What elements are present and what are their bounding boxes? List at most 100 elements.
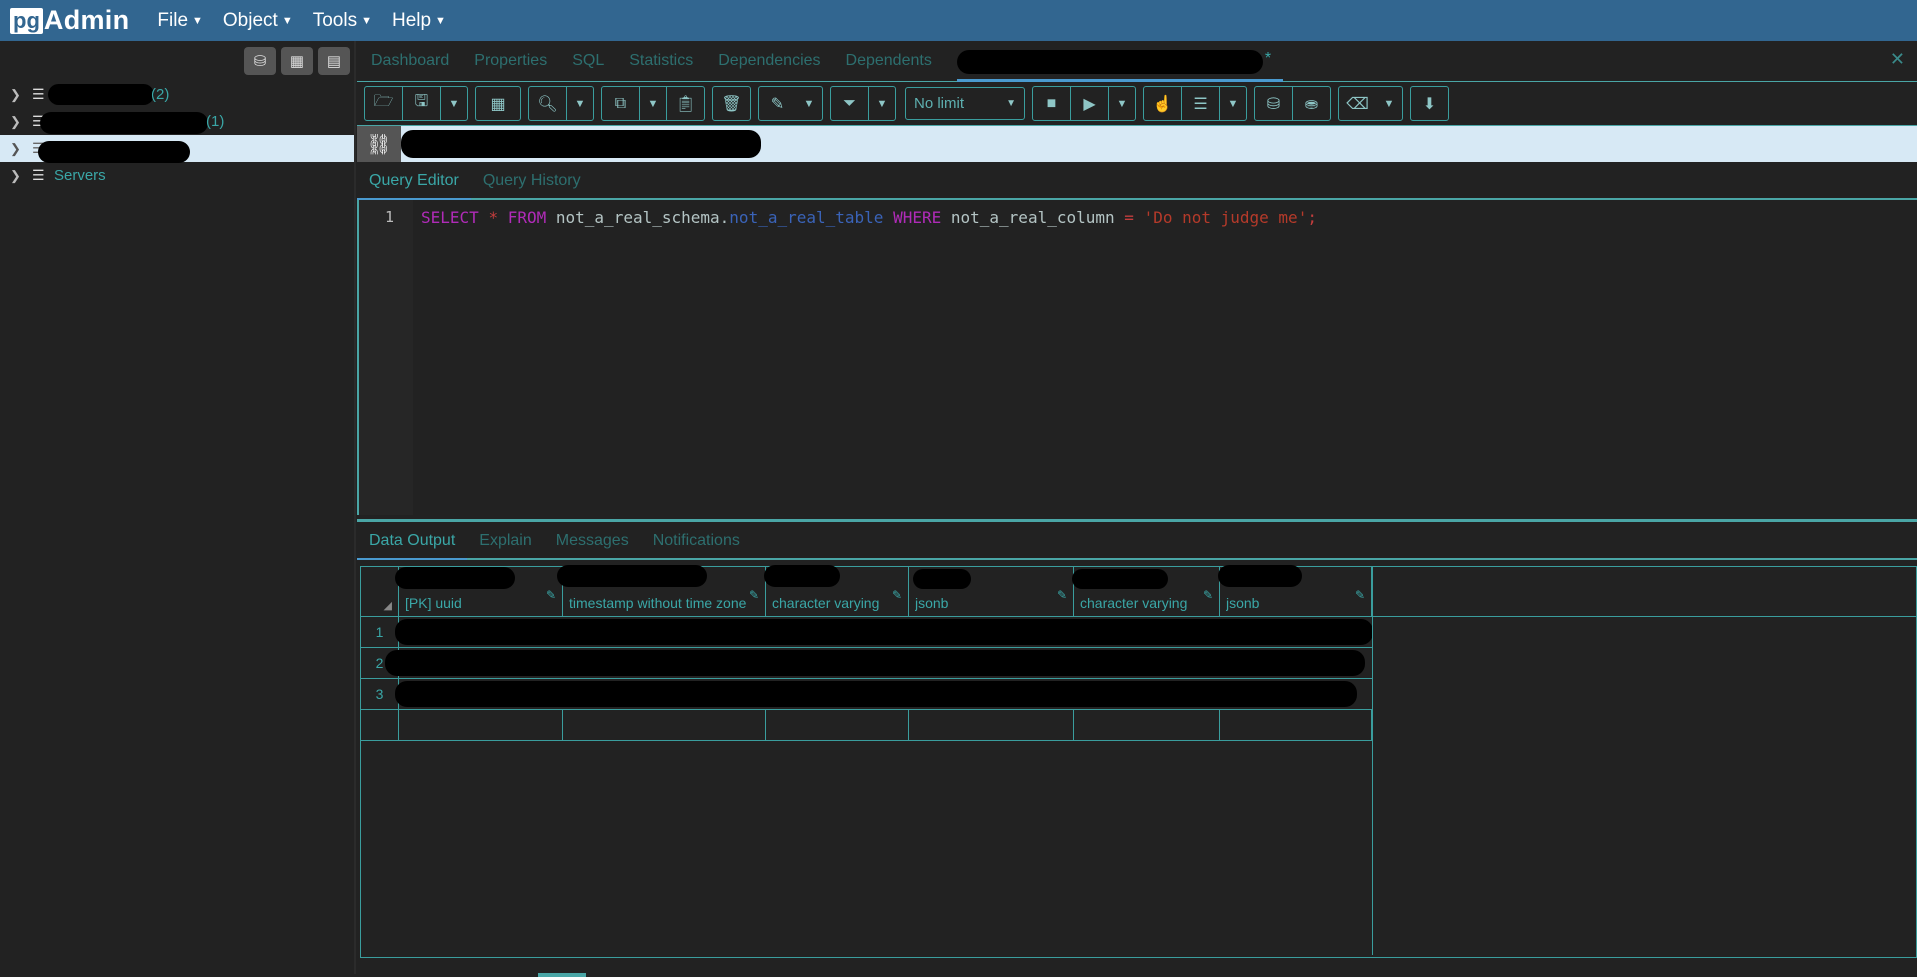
tab-notifications[interactable]: Notifications bbox=[641, 532, 752, 558]
menu-tools-label: Tools bbox=[312, 9, 358, 31]
close-icon[interactable]: ✕ bbox=[1890, 49, 1905, 70]
grid-edge bbox=[1372, 567, 1373, 955]
filter-dropdown[interactable]: ▼ bbox=[868, 87, 895, 120]
open-file-button[interactable]: 🗁 bbox=[365, 87, 402, 120]
edit-dropdown[interactable]: ▼ bbox=[796, 87, 822, 120]
database-icon: ⛁ bbox=[253, 53, 267, 70]
filter-button[interactable]: ⏷ bbox=[831, 87, 868, 120]
list-icon: ☰ bbox=[1193, 95, 1208, 113]
chevron-right-icon[interactable]: ❯ bbox=[10, 168, 24, 184]
copy-button[interactable]: ⧉ bbox=[602, 87, 639, 120]
chevron-right-icon[interactable]: ❯ bbox=[10, 141, 24, 157]
execute-dropdown[interactable]: ▼ bbox=[1108, 87, 1135, 120]
menu-object[interactable]: Object ▼ bbox=[223, 10, 293, 32]
save-dropdown[interactable]: ▼ bbox=[440, 87, 467, 120]
table-row[interactable] bbox=[395, 617, 1373, 648]
tree-item[interactable]: ❯ ☰ (2) bbox=[0, 81, 354, 108]
sql-editor[interactable]: 1 SELECT * FROM not_a_real_schema.not_a_… bbox=[357, 200, 1917, 515]
table-cell[interactable] bbox=[1074, 710, 1220, 741]
filter-rows-button[interactable]: ▤ bbox=[318, 47, 350, 75]
tab-dependents[interactable]: Dependents bbox=[846, 52, 932, 70]
menu-tools[interactable]: Tools ▼ bbox=[313, 10, 372, 32]
chevron-right-icon[interactable]: ❯ bbox=[10, 87, 24, 103]
explain-button[interactable]: ☝ bbox=[1144, 87, 1181, 120]
row-number[interactable]: 3 bbox=[361, 679, 399, 710]
object-browser: ⛁ ▦ ▤ ❯ ☰ (2) ❯ ☰ (1) ❯ ☰ ❯ ☰ Servers bbox=[0, 41, 356, 974]
row-limit-value: No limit bbox=[914, 95, 965, 112]
tab-dashboard[interactable]: Dashboard bbox=[371, 52, 449, 70]
column-header[interactable]: jsonb ✎ bbox=[909, 567, 1074, 617]
tree-item-servers[interactable]: ❯ ☰ Servers bbox=[0, 162, 354, 189]
tab-query-tool[interactable]: * bbox=[956, 46, 1283, 82]
find-button[interactable]: 🔍︎ bbox=[529, 87, 566, 120]
chevron-right-icon[interactable]: ❯ bbox=[10, 114, 24, 130]
tree-item-selected[interactable]: ❯ ☰ bbox=[0, 135, 354, 163]
copy-group: ⧉ ▼ 📋︎ bbox=[601, 86, 705, 121]
menu-file[interactable]: File ▼ bbox=[157, 10, 203, 32]
copy-dropdown[interactable]: ▼ bbox=[639, 87, 666, 120]
chevron-down-icon: ▼ bbox=[574, 97, 586, 110]
tab-data-output[interactable]: Data Output bbox=[357, 532, 468, 560]
grid-corner[interactable]: ◢ bbox=[361, 567, 399, 617]
table-cell[interactable] bbox=[766, 710, 909, 741]
edit-grid-button[interactable]: ▦ bbox=[476, 87, 520, 120]
edit-button[interactable]: ✎ bbox=[759, 87, 796, 120]
find-dropdown[interactable]: ▼ bbox=[566, 87, 593, 120]
row-number[interactable]: 1 bbox=[361, 617, 399, 648]
tab-query-editor[interactable]: Query Editor bbox=[357, 172, 471, 200]
column-header[interactable]: [PK] uuid ✎ bbox=[395, 567, 563, 617]
column-header[interactable]: character varying ✎ bbox=[764, 565, 909, 617]
column-header[interactable]: jsonb ✎ bbox=[1218, 565, 1372, 617]
delete-button[interactable]: 🗑︎ bbox=[713, 87, 750, 120]
tab-query-history[interactable]: Query History bbox=[471, 172, 593, 198]
pencil-icon: ✎ bbox=[1202, 588, 1213, 602]
results-panel: Data Output Explain Messages Notificatio… bbox=[357, 519, 1917, 977]
chevron-down-icon: ▼ bbox=[361, 14, 372, 27]
tree-item[interactable]: ❯ ☰ (1) bbox=[0, 108, 354, 135]
active-tab-underline bbox=[956, 79, 1283, 82]
explain-analyze-button[interactable]: ☰ bbox=[1181, 87, 1219, 120]
download-button[interactable]: ⬇ bbox=[1411, 87, 1448, 120]
column-header[interactable]: timestamp without time zone ✎ bbox=[557, 565, 766, 617]
paste-button[interactable]: 📋︎ bbox=[666, 87, 704, 120]
sql-line[interactable]: SELECT * FROM not_a_real_schema.not_a_re… bbox=[421, 208, 1317, 227]
select-all-icon: ◢ bbox=[383, 600, 392, 612]
commit-button[interactable]: ⛁ bbox=[1255, 87, 1292, 120]
delete-group: 🗑︎ bbox=[712, 86, 751, 121]
table-cell[interactable] bbox=[563, 710, 766, 741]
clear-button[interactable]: ⌫ bbox=[1339, 87, 1376, 120]
table-cell[interactable] bbox=[399, 710, 563, 741]
tab-dependencies[interactable]: Dependencies bbox=[718, 52, 820, 70]
chevron-down-icon: ▼ bbox=[435, 14, 446, 27]
explain-dropdown[interactable]: ▼ bbox=[1219, 87, 1246, 120]
table-cell[interactable] bbox=[909, 710, 1074, 741]
execute-group: ■ ▶ ▼ bbox=[1032, 86, 1136, 121]
row-limit-select[interactable]: No limit ▼ bbox=[905, 87, 1025, 120]
tab-statistics[interactable]: Statistics bbox=[629, 52, 693, 70]
table-row[interactable] bbox=[385, 648, 1372, 679]
table-row[interactable] bbox=[395, 679, 1372, 710]
clear-dropdown[interactable]: ▼ bbox=[1376, 87, 1402, 120]
tab-properties[interactable]: Properties bbox=[474, 52, 547, 70]
stop-button[interactable]: ■ bbox=[1033, 87, 1070, 120]
column-header[interactable]: character varying ✎ bbox=[1072, 567, 1220, 617]
tab-sql[interactable]: SQL bbox=[572, 52, 604, 70]
menu-help[interactable]: Help ▼ bbox=[392, 10, 446, 32]
tab-messages[interactable]: Messages bbox=[544, 532, 641, 558]
execute-button[interactable]: ▶ bbox=[1070, 87, 1108, 120]
trash-icon: 🗑︎ bbox=[721, 95, 742, 113]
rollback-button[interactable]: ⛂ bbox=[1292, 87, 1330, 120]
main-panel: Dashboard Properties SQL Statistics Depe… bbox=[357, 41, 1917, 977]
save-button[interactable]: 🖫 bbox=[402, 87, 440, 120]
row-number[interactable] bbox=[361, 710, 399, 741]
browser-toolbar: ⛁ ▦ ▤ bbox=[0, 41, 354, 81]
pencil-icon: ✎ bbox=[748, 588, 759, 602]
table-cell[interactable] bbox=[1220, 710, 1372, 741]
query-tool-button[interactable]: ⛁ bbox=[244, 47, 276, 75]
connection-status-icon[interactable]: ⛓ bbox=[357, 126, 401, 162]
tab-explain[interactable]: Explain bbox=[467, 532, 543, 558]
line-number: 1 bbox=[385, 208, 395, 226]
view-data-button[interactable]: ▦ bbox=[281, 47, 313, 75]
unsaved-marker: * bbox=[1264, 50, 1272, 67]
sql-keyword-select: SELECT bbox=[421, 208, 479, 227]
